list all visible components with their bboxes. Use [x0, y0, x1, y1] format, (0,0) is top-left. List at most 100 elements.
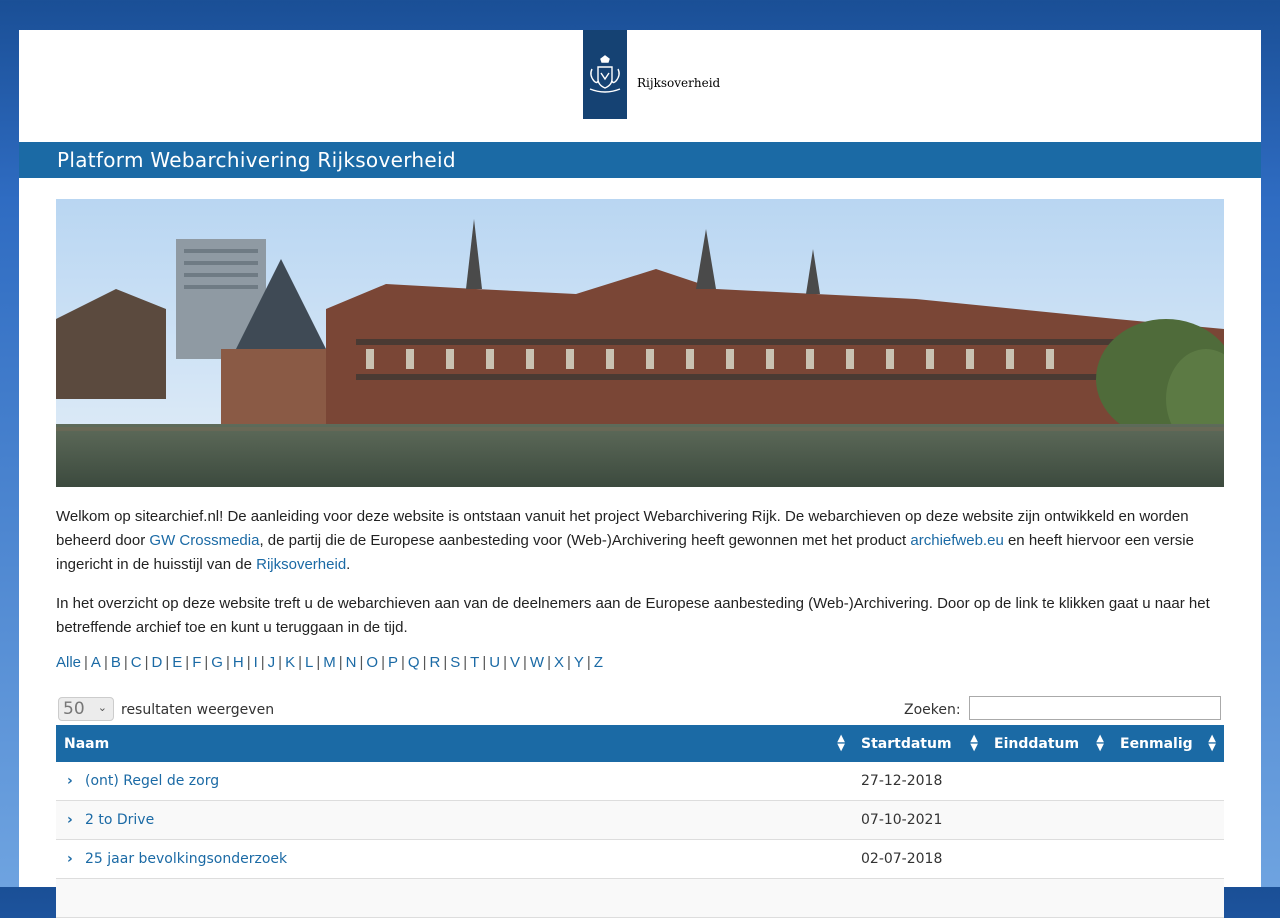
- alphabet-link-h[interactable]: H: [233, 654, 244, 671]
- alphabet-link-o[interactable]: O: [366, 654, 378, 671]
- page-length-select[interactable]: 50 ⌄: [58, 697, 114, 721]
- alphabet-separator: |: [123, 654, 128, 671]
- row-name-link[interactable]: 2 to Drive: [85, 812, 154, 828]
- rijksoverheid-link[interactable]: Rijksoverheid: [256, 556, 346, 573]
- intro-text-segment: , de partij die de Europese aanbesteding…: [259, 532, 911, 549]
- gw-crossmedia-link[interactable]: GW Crossmedia: [149, 532, 259, 549]
- alphabet-separator: |: [144, 654, 149, 671]
- column-label: Naam: [64, 735, 110, 752]
- alphabet-link-c[interactable]: C: [131, 654, 142, 671]
- alphabet-separator: |: [316, 654, 321, 671]
- cell-once: [1112, 800, 1224, 840]
- alphabet-link-e[interactable]: E: [172, 654, 182, 671]
- chevron-right-icon[interactable]: ›: [64, 773, 85, 789]
- alphabet-link-g[interactable]: G: [211, 654, 223, 671]
- alphabet-separator: |: [463, 654, 468, 671]
- intro-text-segment: .: [346, 556, 351, 573]
- table-header-row: Naam ▲ ▼ Startdatum ▲ ▼ Einddatum ▲ ▼ Eenmalig…: [56, 725, 1224, 762]
- cell-once: [1112, 878, 1224, 918]
- table-row[interactable]: › (ont) Regel de zorg 27-12-2018: [56, 762, 1224, 801]
- alphabet-link-x[interactable]: X: [554, 654, 564, 671]
- sort-icon: ▲ ▼: [970, 733, 978, 753]
- alphabet-separator: |: [567, 654, 571, 671]
- page-length-value: 50: [63, 699, 85, 719]
- alphabet-link-t[interactable]: T: [470, 654, 479, 671]
- alphabet-separator: |: [482, 654, 487, 671]
- row-name-link[interactable]: 25 jaar bevolkingsonderzoek: [85, 851, 287, 867]
- chevron-right-icon[interactable]: ›: [64, 851, 85, 867]
- rijksoverheid-logo[interactable]: [583, 30, 627, 119]
- alphabet-separator: |: [381, 654, 385, 671]
- alphabet-link-y[interactable]: Y: [574, 654, 584, 671]
- search-input[interactable]: [969, 696, 1221, 720]
- alphabet-link-b[interactable]: B: [111, 654, 121, 671]
- column-header-naam[interactable]: Naam ▲ ▼: [56, 725, 853, 762]
- binnenhof-photo: [56, 199, 1224, 487]
- cell-name[interactable]: › (ont) Regel de zorg: [56, 762, 853, 801]
- alphabet-link-l[interactable]: L: [305, 654, 313, 671]
- logo-header: Rijksoverheid: [19, 30, 1261, 142]
- alphabet-link-f[interactable]: F: [192, 654, 201, 671]
- page-length-label: resultaten weergeven: [121, 702, 275, 718]
- logo-wordmark: Rijksoverheid: [637, 76, 721, 90]
- alphabet-separator: |: [523, 654, 527, 671]
- alphabet-separator: |: [586, 654, 591, 671]
- alphabet-separator: |: [165, 654, 170, 671]
- alphabet-link-w[interactable]: W: [530, 654, 544, 671]
- column-header-einddatum[interactable]: Einddatum ▲ ▼: [986, 725, 1112, 762]
- cell-name: [56, 878, 853, 918]
- coat-of-arms-icon: [589, 54, 621, 93]
- alphabet-link-u[interactable]: U: [489, 654, 500, 671]
- alphabet-separator: |: [84, 654, 88, 671]
- cell-once: [1112, 762, 1224, 801]
- table-row: [56, 878, 1224, 918]
- alphabet-separator: |: [260, 654, 265, 671]
- column-header-eenmalig[interactable]: Eenmalig ▲ ▼: [1112, 725, 1224, 762]
- alphabet-separator: |: [503, 654, 507, 671]
- table-row[interactable]: › 25 jaar bevolkingsonderzoek 02-07-2018: [56, 839, 1224, 879]
- sort-icon: ▲ ▼: [1208, 733, 1216, 753]
- cell-start: [853, 878, 986, 918]
- chevron-right-icon[interactable]: ›: [64, 812, 85, 828]
- archiefweb-link[interactable]: archiefweb.eu: [910, 532, 1003, 549]
- table-row[interactable]: › 2 to Drive 07-10-2021: [56, 800, 1224, 840]
- row-name-link[interactable]: (ont) Regel de zorg: [85, 773, 219, 789]
- column-header-startdatum[interactable]: Startdatum ▲ ▼: [853, 725, 986, 762]
- alphabet-separator: |: [103, 654, 108, 671]
- alphabet-link-r[interactable]: R: [429, 654, 440, 671]
- cell-name[interactable]: › 25 jaar bevolkingsonderzoek: [56, 839, 853, 879]
- cell-end: [986, 800, 1112, 840]
- alphabet-separator: |: [359, 654, 364, 671]
- site-title[interactable]: Platform Webarchivering Rijksoverheid: [57, 148, 456, 172]
- column-label: Eenmalig: [1120, 735, 1193, 752]
- cell-start: 02-07-2018: [853, 839, 986, 879]
- column-label: Startdatum: [861, 735, 952, 752]
- alphabet-link-v[interactable]: V: [510, 654, 520, 671]
- alphabet-separator: |: [204, 654, 209, 671]
- site-title-bar: Platform Webarchivering Rijksoverheid: [19, 142, 1261, 178]
- alphabet-link-a[interactable]: A: [91, 654, 101, 671]
- intro-text: Welkom op sitearchief.nl! De aanleiding …: [56, 505, 1226, 655]
- cell-end: [986, 878, 1112, 918]
- alphabet-link-p[interactable]: P: [388, 654, 398, 671]
- alphabet-separator: |: [185, 654, 190, 671]
- column-label: Einddatum: [994, 735, 1080, 752]
- alphabet-link-s[interactable]: S: [450, 654, 460, 671]
- alphabet-separator: |: [298, 654, 302, 671]
- alphabet-link-d[interactable]: D: [152, 654, 163, 671]
- alphabet-link-z[interactable]: Z: [594, 654, 603, 671]
- cell-name[interactable]: › 2 to Drive: [56, 800, 853, 840]
- cell-once: [1112, 839, 1224, 879]
- alphabet-separator: |: [443, 654, 448, 671]
- sort-icon: ▲ ▼: [1096, 733, 1104, 753]
- alphabet-link-j[interactable]: J: [268, 654, 276, 671]
- alphabet-link-m[interactable]: M: [323, 654, 336, 671]
- alphabet-link-alle[interactable]: Alle: [56, 654, 81, 671]
- cell-start: 27-12-2018: [853, 762, 986, 801]
- search-label: Zoeken:: [904, 702, 961, 718]
- cell-start: 07-10-2021: [853, 800, 986, 840]
- alphabet-link-i[interactable]: I: [254, 654, 258, 671]
- alphabet-link-k[interactable]: K: [285, 654, 295, 671]
- alphabet-link-q[interactable]: Q: [408, 654, 420, 671]
- alphabet-link-n[interactable]: N: [346, 654, 357, 671]
